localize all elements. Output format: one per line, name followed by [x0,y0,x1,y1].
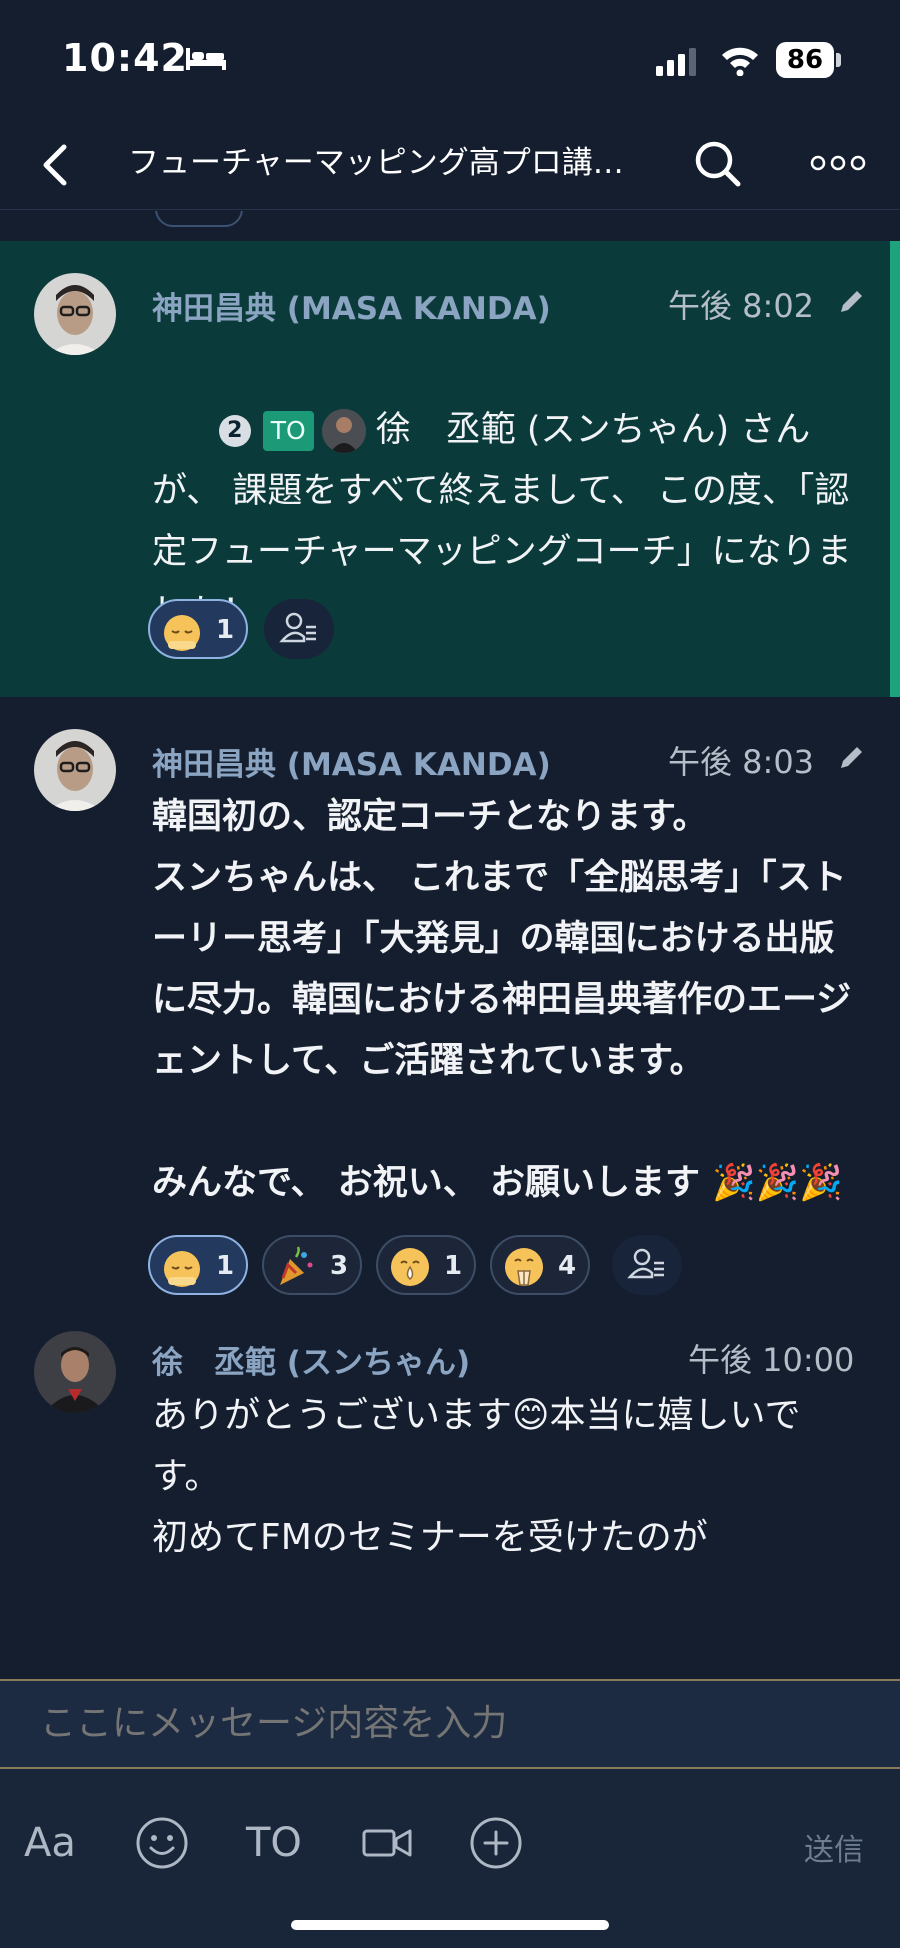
message-item[interactable]: 徐 丞範 (スンちゃん) 午後 10:00 ありがとうございます😊本当に嬉しいで… [0,1307,900,1679]
wifi-icon [722,47,758,76]
mention-name[interactable]: 徐 丞範 (スンちゃん) さん [376,410,811,450]
sender-name[interactable]: 徐 丞範 (スンちゃん) [152,1337,470,1382]
reaction-chip[interactable]: 1 [376,1235,476,1295]
reaction-count: 1 [216,615,235,645]
message-body[interactable]: 2 TO 徐 丞範 (スンちゃん) さんが、 課題をすべて終えまして、 この度、「認… [152,339,852,705]
back-button[interactable] [30,132,90,198]
unread-marker [890,241,900,697]
bowing-face-icon [164,615,200,651]
party-popper-icon [280,1246,313,1285]
edited-pencil-icon [841,747,862,768]
message-item[interactable]: 神田昌典 (MASA KANDA) 午後 8:02 2 TO 徐 丞範 (スンちゃん… [0,241,900,697]
message-list[interactable]: 神田昌典 (MASA KANDA) 午後 8:02 2 TO 徐 丞範 (スンちゃん… [0,211,900,1679]
send-button[interactable]: 送信 [804,1825,864,1869]
home-indicator[interactable] [291,1920,609,1930]
message-text: が、 課題をすべて終えまして、 この度、「認定フューチャーマッピングコーチ」にな… [152,471,852,633]
to-mention-button[interactable]: TO [246,1815,302,1871]
reply-count-badge[interactable]: 2 [218,415,251,447]
reaction-users-button[interactable] [264,599,334,659]
message-input-bar [0,1679,900,1769]
message-text[interactable]: ありがとうございます😊本当に嬉しいです。 [152,1385,852,1507]
text-format-button[interactable]: Aa [24,1815,76,1871]
message-text[interactable]: 韓国初の、認定コーチとなります。 スンちゃんは、 これまで「全脳思考」「ストーリ… [152,787,852,1214]
avatar[interactable] [34,729,116,811]
status-bar: 10:42 86 [0,0,900,120]
reaction-chip[interactable]: 1 [148,1235,248,1295]
status-time: 10:42 [62,36,188,80]
reaction-chip[interactable]: 3 [262,1235,362,1295]
sleep-focus-icon [186,48,226,70]
previous-reaction-stub [155,211,243,227]
reaction-count: 1 [216,1251,235,1281]
reaction-chip[interactable]: 4 [490,1235,590,1295]
more-options-icon[interactable] [808,140,868,186]
reaction-chip[interactable]: 1 [148,599,248,659]
message-item[interactable]: 神田昌典 (MASA KANDA) 午後 8:03 韓国初の、認定コーチとなりま… [0,697,900,1307]
cellular-signal-icon [656,48,696,76]
crying-face-icon [391,1248,429,1286]
mention-avatar [321,409,366,453]
emoji-icon[interactable] [134,1815,190,1871]
message-time: 午後 8:02 [668,287,815,325]
message-time: 午後 8:03 [668,743,815,781]
sender-name[interactable]: 神田昌典 (MASA KANDA) [152,283,551,328]
message-input[interactable] [40,1681,860,1767]
battery-icon: 86 [776,42,842,78]
avatar[interactable] [34,1331,116,1413]
search-icon[interactable] [690,130,746,196]
add-attachment-icon[interactable] [468,1815,524,1871]
reaction-count: 4 [558,1251,577,1281]
to-badge: TO [262,411,314,451]
reaction-count: 1 [444,1251,463,1281]
message-time: 午後 10:00 [688,1341,855,1379]
battery-level: 86 [786,45,824,75]
video-call-icon[interactable] [360,1815,416,1871]
sender-name[interactable]: 神田昌典 (MASA KANDA) [152,739,551,784]
edited-pencil-icon [841,291,862,312]
reaction-users-button[interactable] [612,1235,682,1295]
message-text-partial: 初めてFMのセミナーを受けたのが [152,1517,708,1558]
reaction-count: 3 [330,1251,349,1281]
bowing-face-icon [164,1251,200,1287]
room-title[interactable]: フューチャーマッピング高プロ講… [128,140,648,186]
chat-header: フューチャーマッピング高プロ講… [0,120,900,210]
clapping-face-icon [505,1248,543,1286]
avatar[interactable] [34,273,116,355]
